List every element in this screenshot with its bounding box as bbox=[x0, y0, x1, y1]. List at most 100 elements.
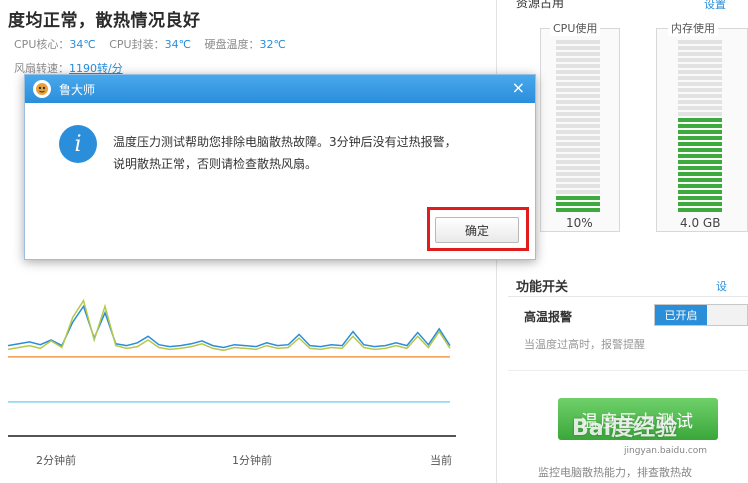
divider bbox=[508, 370, 748, 371]
temperature-chart bbox=[8, 298, 456, 437]
watermark-logo: Bai度经验 bbox=[572, 416, 678, 441]
memory-usage-label: 内存使用 bbox=[668, 20, 718, 36]
cpu-package-label: CPU封装： bbox=[109, 38, 165, 51]
usage-bar-segment bbox=[556, 148, 600, 152]
usage-bar-segment bbox=[556, 178, 600, 182]
usage-bar-segment bbox=[678, 130, 722, 134]
message-line: 温度压力测试帮助您排除电脑散热故障。3分钟后没有过热报警， bbox=[113, 135, 457, 149]
usage-bar-segment bbox=[556, 196, 600, 200]
dialog-header: 鲁大师 × bbox=[25, 75, 535, 103]
disk-temp-value: 32℃ bbox=[259, 38, 286, 51]
usage-bar-segment bbox=[678, 94, 722, 98]
usage-bar-segment bbox=[556, 40, 600, 44]
resources-settings-link[interactable]: 设置 bbox=[704, 0, 726, 12]
usage-bar-segment bbox=[678, 112, 722, 116]
ok-button[interactable]: 确定 bbox=[435, 217, 519, 243]
cpu-usage-bars bbox=[556, 40, 600, 212]
usage-bar-segment bbox=[556, 64, 600, 68]
usage-bar-segment bbox=[678, 58, 722, 62]
usage-bar-segment bbox=[556, 172, 600, 176]
usage-bar-segment bbox=[678, 100, 722, 104]
usage-bar-segment bbox=[678, 46, 722, 50]
usage-bar-segment bbox=[556, 82, 600, 86]
usage-bar-segment bbox=[556, 76, 600, 80]
cpu-usage-value: 10% bbox=[566, 216, 593, 230]
usage-bar-segment bbox=[678, 184, 722, 188]
usage-bar-segment bbox=[556, 166, 600, 170]
x-tick-label: 2分钟前 bbox=[36, 454, 76, 467]
usage-bar-segment bbox=[678, 118, 722, 122]
usage-bar-segment bbox=[556, 118, 600, 122]
usage-bar-segment bbox=[556, 190, 600, 194]
high-temp-alarm-description: 当温度过高时，报警提醒 bbox=[524, 338, 645, 351]
usage-bar-segment bbox=[678, 52, 722, 56]
usage-bar-segment bbox=[556, 100, 600, 104]
temperature-series-line bbox=[8, 298, 451, 352]
resources-title: 资源占用 bbox=[516, 0, 565, 10]
cpu-package-value: 34℃ bbox=[164, 38, 191, 51]
usage-bar-segment bbox=[556, 52, 600, 56]
usage-bar-segment bbox=[678, 148, 722, 152]
usage-bar-segment bbox=[556, 70, 600, 74]
info-dialog: 鲁大师 × i 温度压力测试帮助您排除电脑散热故障。3分钟后没有过热报警， 说明… bbox=[24, 74, 536, 260]
usage-bar-segment bbox=[678, 76, 722, 80]
watermark-url: jingyan.baidu.com bbox=[624, 446, 708, 456]
x-tick-label: 1分钟前 bbox=[232, 454, 272, 467]
usage-bar-segment bbox=[556, 142, 600, 146]
toggle-on-state: 已开启 bbox=[655, 305, 707, 325]
usage-bar-segment bbox=[678, 208, 722, 212]
usage-bar-segment bbox=[556, 154, 600, 158]
usage-bar-segment bbox=[556, 106, 600, 110]
dialog-title: 鲁大师 bbox=[59, 82, 96, 97]
usage-bar-segment bbox=[556, 184, 600, 188]
ludashi-logo-icon bbox=[33, 80, 51, 98]
temperature-readouts: CPU核心：34℃ CPU封装：34℃ 硬盘温度：32℃ bbox=[14, 36, 296, 52]
cpu-core-value: 34℃ bbox=[69, 38, 96, 51]
high-temp-alarm-toggle[interactable]: 已开启 bbox=[654, 304, 748, 326]
usage-bar-segment bbox=[678, 136, 722, 140]
usage-bar-segment bbox=[678, 172, 722, 176]
divider bbox=[508, 296, 748, 297]
usage-bar-segment bbox=[678, 166, 722, 170]
usage-bar-segment bbox=[678, 154, 722, 158]
usage-bar-segment bbox=[678, 160, 722, 164]
functions-settings-link[interactable]: 设 bbox=[716, 278, 727, 294]
functions-title: 功能开关 bbox=[516, 280, 569, 295]
usage-bar-segment bbox=[556, 58, 600, 62]
usage-bar-segment bbox=[678, 106, 722, 110]
info-icon: i bbox=[59, 125, 97, 163]
usage-bar-segment bbox=[678, 82, 722, 86]
usage-bar-segment bbox=[556, 130, 600, 134]
temperature-series-line bbox=[8, 304, 451, 349]
usage-bar-segment bbox=[556, 202, 600, 206]
usage-bar-segment bbox=[678, 142, 722, 146]
memory-usage-value: 4.0 GB bbox=[680, 216, 721, 230]
cpu-usage-label: CPU使用 bbox=[550, 20, 601, 36]
usage-bar-segment bbox=[556, 136, 600, 140]
usage-bar-segment bbox=[556, 88, 600, 92]
usage-bar-segment bbox=[556, 160, 600, 164]
usage-bar-segment bbox=[678, 190, 722, 194]
usage-bar-segment bbox=[678, 64, 722, 68]
x-tick-label: 当前 bbox=[430, 454, 452, 467]
disk-temp-label: 硬盘温度： bbox=[204, 38, 260, 51]
usage-bar-segment bbox=[556, 94, 600, 98]
high-temp-alarm-label: 高温报警 bbox=[524, 310, 573, 324]
usage-bar-segment bbox=[556, 124, 600, 128]
message-line: 说明散热正常，否则请检查散热风扇。 bbox=[113, 157, 318, 171]
usage-bar-segment bbox=[678, 40, 722, 44]
close-icon[interactable]: × bbox=[512, 78, 525, 97]
cpu-core-label: CPU核心： bbox=[14, 38, 70, 51]
memory-usage-bars bbox=[678, 40, 722, 212]
usage-bar-segment bbox=[678, 124, 722, 128]
usage-bar-segment bbox=[678, 70, 722, 74]
usage-bar-segment bbox=[678, 178, 722, 182]
usage-bar-segment bbox=[678, 88, 722, 92]
usage-bar-segment bbox=[678, 196, 722, 200]
usage-bar-segment bbox=[556, 112, 600, 116]
usage-bar-segment bbox=[556, 208, 600, 212]
usage-bar-segment bbox=[556, 46, 600, 50]
usage-bar-segment bbox=[678, 202, 722, 206]
dialog-message: 温度压力测试帮助您排除电脑散热故障。3分钟后没有过热报警， 说明散热正常，否则请… bbox=[113, 131, 523, 175]
status-headline: 度均正常，散热情况良好 bbox=[8, 11, 201, 31]
